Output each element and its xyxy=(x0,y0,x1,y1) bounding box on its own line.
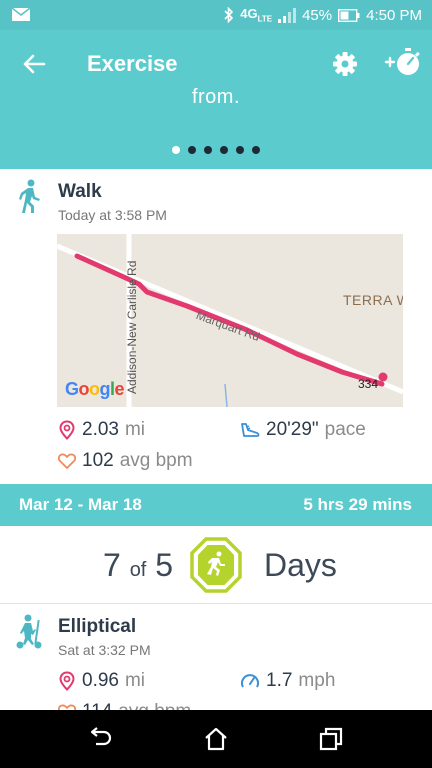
activity-time: Today at 3:58 PM xyxy=(58,207,167,223)
system-nav-bar xyxy=(0,710,432,768)
page-title: Exercise xyxy=(87,51,178,76)
distance-unit: mi xyxy=(124,670,146,691)
week-summary-bar: Mar 12 - Mar 18 5 hrs 29 mins xyxy=(0,484,432,526)
goal-count: 7 of 5 xyxy=(103,547,173,584)
google-logo: Google xyxy=(65,379,125,399)
activity-name: Walk xyxy=(58,181,102,202)
heart-rate-stat: 102 avg bpm xyxy=(58,450,193,472)
goal-of: of xyxy=(129,559,147,581)
pagination-dot[interactable] xyxy=(220,146,228,154)
heart-rate-unit: avg bpm xyxy=(118,701,191,710)
goal-done: 7 xyxy=(103,547,121,583)
location-pin-icon xyxy=(59,671,75,691)
running-goal-badge-icon xyxy=(190,537,242,593)
network-type: 4GLTE xyxy=(240,6,273,24)
bluetooth-icon xyxy=(224,7,234,23)
battery-icon xyxy=(338,8,360,22)
speed-unit: mph xyxy=(298,670,336,691)
carousel-partial-text: from. xyxy=(191,86,241,108)
week-total-time: 5 hrs 29 mins xyxy=(303,495,412,514)
heart-icon xyxy=(58,453,76,469)
distance-value: 2.03 xyxy=(82,419,119,440)
distance-stat: 0.96 mi xyxy=(58,670,145,692)
speed-stat: 1.7 mph xyxy=(240,670,335,692)
status-bar: 4GLTE 45% 4:50 PM xyxy=(0,0,432,30)
pagination-dot[interactable] xyxy=(252,146,260,154)
signal-icon xyxy=(278,7,297,23)
distance-unit: mi xyxy=(124,419,146,440)
goal-unit: Days xyxy=(264,547,337,583)
recents-nav-icon[interactable] xyxy=(318,727,344,751)
exercise-header: Exercise from. xyxy=(0,30,432,169)
speedometer-icon xyxy=(241,674,259,688)
walk-icon xyxy=(19,179,40,213)
pace-unit: pace xyxy=(324,419,366,440)
pagination-dot[interactable] xyxy=(172,146,180,154)
pagination-dot[interactable] xyxy=(236,146,244,154)
heart-rate-value: 114 xyxy=(82,701,112,710)
week-range: Mar 12 - Mar 18 xyxy=(19,495,142,514)
heart-rate-stat: 114 avg bpm xyxy=(58,701,191,710)
route-end-marker xyxy=(378,372,388,382)
clock: 4:50 PM xyxy=(366,6,422,24)
heart-rate-unit: avg bpm xyxy=(119,450,193,471)
gear-icon[interactable] xyxy=(331,50,359,78)
pagination-dot[interactable] xyxy=(188,146,196,154)
activity-name: Elliptical xyxy=(58,616,137,637)
back-nav-icon[interactable] xyxy=(88,727,114,751)
back-arrow-icon[interactable] xyxy=(20,50,48,78)
pace-value: 20'29" xyxy=(266,419,319,440)
heart-rate-value: 102 xyxy=(82,450,114,471)
shoe-icon xyxy=(241,423,260,437)
exercise-goal-row: 7 of 5 Days xyxy=(0,526,432,604)
goal-target: 5 xyxy=(155,547,174,583)
pace-stat: 20'29" pace xyxy=(240,419,366,441)
elliptical-icon xyxy=(16,614,42,649)
area-label: TERRA W xyxy=(343,292,403,308)
location-pin-icon xyxy=(59,420,75,440)
route-map[interactable]: Addison-New Carlisle Rd Marquart Rd TERR… xyxy=(57,234,403,407)
mail-icon xyxy=(12,8,30,21)
battery-percent: 45% xyxy=(302,6,333,24)
pagination-dot[interactable] xyxy=(204,146,212,154)
activity-time: Sat at 3:32 PM xyxy=(58,642,151,658)
add-exercise-stopwatch-icon[interactable] xyxy=(384,46,424,78)
home-nav-icon[interactable] xyxy=(203,727,229,751)
carousel-pagination[interactable] xyxy=(0,146,432,154)
road-label-vertical: Addison-New Carlisle Rd xyxy=(125,260,139,394)
distance-value: 0.96 xyxy=(82,670,119,691)
speed-value: 1.7 xyxy=(266,670,293,691)
distance-stat: 2.03 mi xyxy=(58,419,145,441)
elliptical-activity-card[interactable]: Elliptical Sat at 3:32 PM 0.96 mi 1.7 mp… xyxy=(0,604,432,710)
road-number-label: 334 xyxy=(358,377,379,391)
